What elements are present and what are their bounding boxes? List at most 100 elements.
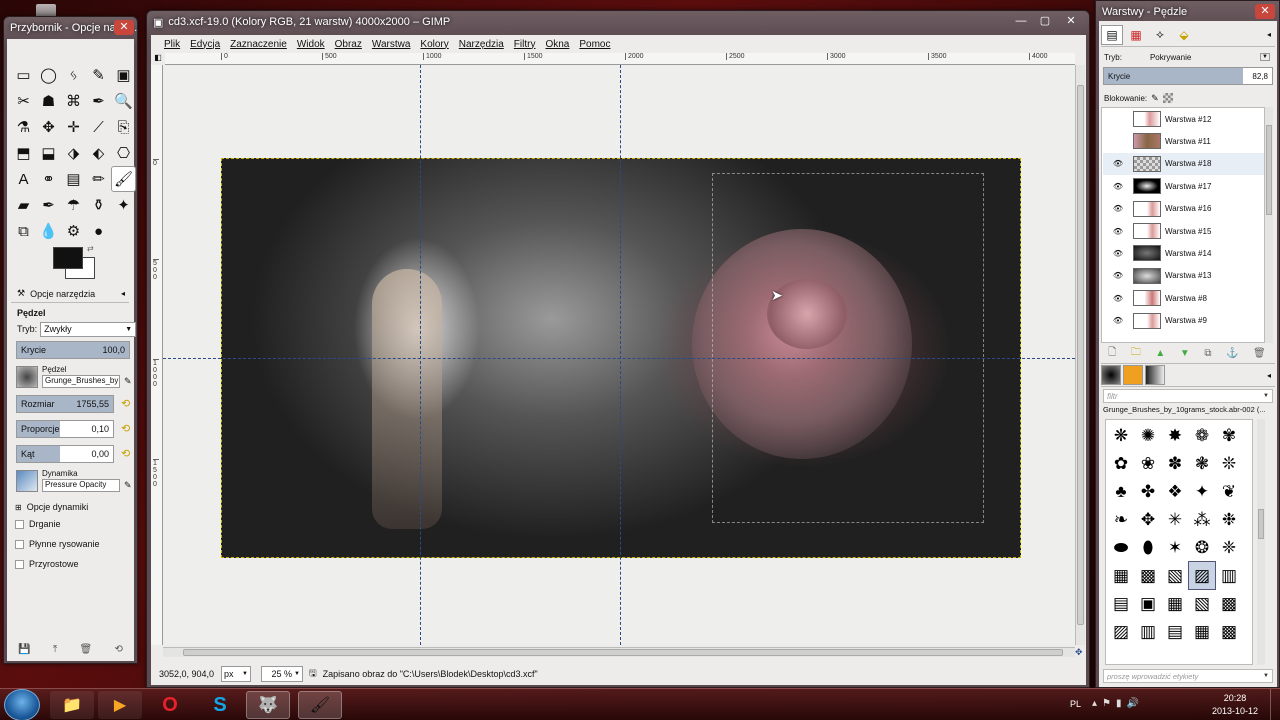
skype-taskbar-button[interactable]: S [198, 691, 242, 719]
brush-scroll-thumb[interactable] [1258, 509, 1264, 539]
tool-button[interactable]: 🔍 [111, 88, 136, 114]
menu-item[interactable]: Warstwa [367, 39, 416, 50]
brush-item[interactable]: ❖ [1162, 478, 1188, 505]
brush-item[interactable]: ✺ [1135, 422, 1161, 449]
brush-item[interactable]: ❋ [1108, 422, 1134, 449]
tool-button[interactable]: ✥ [36, 114, 61, 140]
brush-item[interactable]: ⬮ [1135, 534, 1161, 561]
layer-row[interactable]: Warstwa #11 [1103, 130, 1264, 152]
menu-item[interactable]: Kolory [415, 39, 453, 50]
brush-item[interactable]: ▤ [1162, 618, 1188, 645]
layer-row[interactable]: 👁 Warstwa #16 [1103, 198, 1264, 220]
lock-pixels-icon[interactable]: ✎ [1151, 93, 1159, 104]
smooth-check-box[interactable] [15, 539, 24, 549]
tab-gradients[interactable] [1145, 365, 1165, 385]
brush-item[interactable]: ✾ [1216, 422, 1242, 449]
brush-item[interactable]: ⬬ [1108, 534, 1134, 561]
opacity-slider[interactable]: Krycie 100,0 [16, 341, 130, 359]
delete-layer-icon[interactable]: 🗑 [1253, 348, 1266, 359]
language-indicator[interactable]: PL [1070, 699, 1081, 709]
brush-item[interactable]: ✳ [1162, 506, 1188, 533]
tool-button[interactable]: ✂ [11, 88, 36, 114]
close-icon[interactable]: ✕ [114, 20, 134, 35]
save-options-icon[interactable]: 💾 [18, 644, 30, 655]
reset-options-icon[interactable]: ⟲ [114, 644, 122, 655]
vertical-scroll-thumb[interactable] [1077, 85, 1084, 625]
tool-button[interactable]: ▭ [11, 62, 36, 88]
brush-item[interactable]: ▦ [1108, 562, 1134, 589]
incremental-check-box[interactable] [15, 559, 24, 569]
brush-item[interactable]: ▧ [1189, 590, 1215, 617]
edit-dynamics-icon[interactable]: ✎ [124, 480, 132, 491]
layer-mode-select[interactable]: Pokrywanie ▼ [1148, 50, 1272, 64]
tool-button[interactable]: ✒ [36, 192, 61, 218]
brush-item[interactable]: ❈ [1216, 534, 1242, 561]
menu-item[interactable]: Pomoc [574, 39, 615, 50]
jitter-check-box[interactable] [15, 519, 24, 529]
dynamics-preview[interactable] [16, 470, 38, 492]
brush-item[interactable]: ♣ [1108, 478, 1134, 505]
tab-menu-icon[interactable]: ◂ [1267, 371, 1271, 380]
layer-row[interactable]: 👁 Warstwa #15 [1103, 220, 1264, 242]
menu-item[interactable]: Filtry [509, 39, 541, 50]
tool-button[interactable]: ● [86, 218, 111, 244]
tool-button[interactable]: ⌘ [61, 88, 86, 114]
brush-item[interactable]: ❊ [1216, 450, 1242, 477]
foreground-color-swatch-top[interactable] [53, 247, 83, 269]
reset-size-icon[interactable]: ⟲ [121, 397, 130, 410]
vertical-ruler[interactable]: 0 500 1000 1500 [151, 65, 163, 645]
edit-brush-icon[interactable]: ✎ [124, 376, 132, 387]
tool-button[interactable]: ⬖ [86, 140, 111, 166]
eye-icon[interactable]: 👁 [1103, 204, 1133, 213]
vertical-scrollbar[interactable] [1075, 65, 1085, 645]
tool-button[interactable]: ▰ [11, 192, 36, 218]
mode-select[interactable]: Zwykły ▼ [40, 321, 137, 337]
menu-item[interactable]: Narzędzia [454, 39, 509, 50]
guide-horizontal[interactable] [163, 358, 1075, 359]
canvas-area[interactable]: ➤ [163, 65, 1075, 645]
brush-item[interactable]: ▩ [1216, 590, 1242, 617]
tool-button[interactable]: 💧 [36, 218, 61, 244]
tab-menu-icon[interactable]: ◂ [121, 289, 125, 298]
brush-item[interactable]: ✦ [1189, 478, 1215, 505]
brush-grid-scrollbar[interactable] [1257, 419, 1265, 665]
tool-button[interactable]: ⬒ [11, 140, 36, 166]
brush-preview[interactable] [16, 366, 38, 388]
tool-button[interactable]: ⬗ [61, 140, 86, 166]
menu-item[interactable]: Okna [540, 39, 574, 50]
tool-button[interactable]: ⧉ [11, 218, 36, 244]
brush-item[interactable]: ▧ [1162, 562, 1188, 589]
tool-button[interactable]: ⚙ [61, 218, 86, 244]
tag-input[interactable]: proszę wprowadzić etykiety ▼ [1103, 669, 1273, 683]
eye-icon[interactable]: 👁 [1103, 294, 1133, 303]
brush-filter-select[interactable]: filtr ▼ [1103, 389, 1273, 403]
maximize-icon[interactable]: ▢ [1035, 14, 1055, 29]
size-slider[interactable]: Rozmiar 1755,55 [16, 395, 114, 413]
lower-layer-icon[interactable]: ▼ [1180, 348, 1190, 359]
horizontal-ruler[interactable]: 0 500 1000 1500 2000 2500 3000 3500 4000 [165, 53, 1075, 65]
raise-layer-icon[interactable]: ▲ [1155, 348, 1165, 359]
smooth-checkbox[interactable]: Płynne rysowanie [15, 534, 100, 554]
tab-paths[interactable]: ⟡ [1149, 27, 1171, 42]
eye-icon[interactable]: 👁 [1103, 182, 1133, 191]
brush-item[interactable]: ✿ [1108, 450, 1134, 477]
brush-item[interactable]: ▣ [1135, 590, 1161, 617]
layers-titlebar[interactable]: Warstwy - Pędzle [1096, 1, 1279, 23]
brush-item[interactable]: ▨ [1188, 561, 1216, 590]
swap-colors-icon[interactable]: ⇄ [87, 244, 94, 253]
incremental-checkbox[interactable]: Przyrostowe [15, 554, 79, 574]
show-desktop-button[interactable] [1270, 689, 1280, 720]
layer-row[interactable]: 👁 Warstwa #18 [1103, 152, 1264, 175]
brush-item[interactable]: ❉ [1216, 506, 1242, 533]
layer-row[interactable]: 👁 Warstwa #8 [1103, 287, 1264, 309]
tool-button[interactable]: ✏ [86, 166, 111, 192]
brush-item[interactable]: ✽ [1162, 450, 1188, 477]
tool-options-tab[interactable]: ⚒ Opcje narzędzia ◂ [11, 285, 129, 303]
menu-item[interactable]: Zaznaczenie [225, 39, 292, 50]
tool-button[interactable]: ✒ [86, 88, 111, 114]
reset-angle-icon[interactable]: ⟲ [121, 447, 130, 460]
eye-icon[interactable]: 👁 [1103, 249, 1133, 258]
tray-icons[interactable]: ▴⚑▮🔊 [1092, 698, 1144, 709]
brush-item[interactable]: ❀ [1135, 450, 1161, 477]
brush-item[interactable]: ✤ [1135, 478, 1161, 505]
